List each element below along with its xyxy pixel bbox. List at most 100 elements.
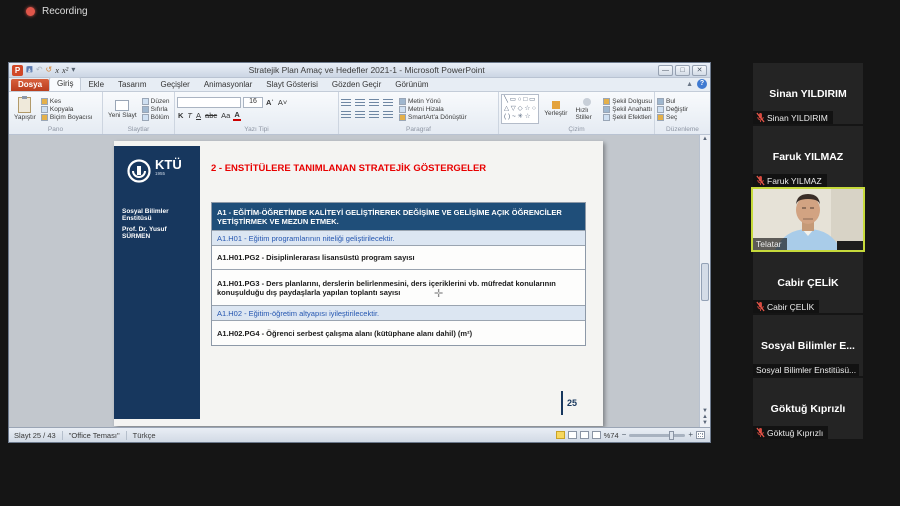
copy-icon: [41, 106, 48, 113]
zoom-in-icon[interactable]: +: [688, 431, 693, 439]
layout-button[interactable]: Düzen: [142, 98, 170, 105]
institute-name: Sosyal Bilimler Enstitüsü: [122, 208, 194, 222]
ribbon-tab-ekle[interactable]: Ekle: [81, 79, 111, 91]
vertical-scrollbar[interactable]: ▲ ▼▲▼: [699, 135, 710, 427]
mouse-cursor-icon: ✛: [434, 287, 443, 300]
shapes-row-icon: ╲ ▭ ○ □ ▭: [504, 97, 536, 104]
line-spacing-icon[interactable]: [383, 99, 393, 107]
arrange-icon: [552, 101, 560, 109]
text-direction-button[interactable]: Metin Yönü: [399, 98, 467, 105]
font-name-select[interactable]: [177, 97, 241, 108]
theme-name[interactable]: "Office Teması": [69, 431, 127, 440]
window-controls: — □ ✕: [658, 65, 707, 76]
participant-tile[interactable]: Sinan YILDIRIMSinan YILDIRIM: [753, 63, 863, 124]
shrink-font-icon[interactable]: A˅: [277, 98, 288, 107]
qat-dropdown-icon[interactable]: ▾: [71, 66, 75, 74]
shape-fill-button[interactable]: Şekil Dolgusu: [603, 98, 652, 105]
superscript-icon[interactable]: x²: [62, 66, 68, 75]
format-painter-icon: [41, 114, 48, 121]
new-slide-button[interactable]: Yeni Slayt: [105, 93, 140, 125]
align-right-icon[interactable]: [369, 111, 379, 119]
normal-view-button[interactable]: [556, 431, 565, 439]
fit-to-window-icon[interactable]: [696, 431, 705, 439]
slide-nav-buttons[interactable]: ▼▲▼: [700, 408, 710, 426]
indicator-table: A1 - EĞİTİM-ÖĞRETİMDE KALİTEYİ GELİŞTİRE…: [211, 202, 586, 346]
participant-tile[interactable]: Sosyal Bilimler E...Sosyal Bilimler Enst…: [753, 315, 863, 376]
save-icon[interactable]: 🖪: [26, 66, 33, 74]
help-icon[interactable]: ?: [697, 79, 707, 89]
reset-button[interactable]: Sıfırla: [142, 106, 170, 113]
minimize-button[interactable]: —: [658, 65, 673, 76]
convert-smartart-button[interactable]: SmartArt'a Dönüştür: [399, 114, 467, 121]
status-bar: Slayt 25 / 43 "Office Teması" Türkçe %74…: [9, 427, 710, 442]
shapes-gallery[interactable]: ╲ ▭ ○ □ ▭ △ ▽ ◇ ☆ ○ ( ) ~ ✳ ☆: [501, 94, 539, 124]
paste-button[interactable]: Yapıştır: [11, 93, 39, 125]
grow-font-icon[interactable]: Aʾ: [265, 98, 275, 107]
powerpoint-app-icon[interactable]: P: [12, 65, 23, 76]
shape-outline-icon: [603, 106, 610, 113]
ribbon-tab-giriş[interactable]: Giriş: [49, 77, 81, 91]
ribbon-group-slaytlar: Yeni Slayt Düzen Sıfırla Bölüm Slaytlar: [103, 92, 175, 134]
align-center-icon[interactable]: [355, 111, 365, 119]
scroll-up-icon[interactable]: ▲: [700, 136, 710, 142]
participant-tile[interactable]: Cabir ÇELİKCabir ÇELİK: [753, 252, 863, 313]
reading-view-button[interactable]: [580, 431, 589, 439]
format-painter-button[interactable]: Biçim Boyacısı: [41, 114, 93, 121]
table-row-indicator: A1.H01.PG2 - Disiplinlerarası lisansüstü…: [212, 246, 585, 270]
change-case-button[interactable]: Aa: [220, 111, 231, 120]
ribbon-tab-dosya[interactable]: Dosya: [11, 79, 49, 91]
title-bar: P 🖪 ↶ ↺ x x² ▾ Stratejik Plan Amaç ve He…: [9, 63, 710, 78]
slideshow-view-button[interactable]: [592, 431, 601, 439]
zoom-out-icon[interactable]: −: [622, 431, 627, 439]
numbering-icon[interactable]: [355, 99, 365, 107]
smartart-icon: [399, 114, 406, 121]
collapse-ribbon-icon[interactable]: ▲: [686, 81, 693, 88]
italic-button[interactable]: T: [186, 111, 193, 120]
ribbon-tab-animasyonlar[interactable]: Animasyonlar: [197, 79, 259, 91]
slide-title: 2 - ENSTİTÜLERE TANIMLANAN STRATEJİK GÖS…: [211, 163, 583, 174]
ribbon-tab-görünüm[interactable]: Görünüm: [388, 79, 435, 91]
ribbon-tab-geçişler[interactable]: Geçişler: [153, 79, 196, 91]
quick-styles-button[interactable]: Hızlı Stiller: [572, 93, 601, 125]
participant-tile-video[interactable]: Telatar: [751, 187, 865, 252]
zoom-slider-thumb[interactable]: [669, 431, 674, 440]
cut-button[interactable]: Kes: [41, 98, 93, 105]
ribbon-tab-gözden-geçir[interactable]: Gözden Geçir: [325, 79, 388, 91]
align-left-icon[interactable]: [341, 111, 351, 119]
redo-icon[interactable]: ↺: [46, 66, 53, 74]
subscript-icon[interactable]: x: [55, 66, 59, 75]
shape-effects-button[interactable]: Şekil Efektleri: [603, 114, 652, 121]
slide-canvas[interactable]: KTÜ 1955 Sosyal Bilimler Enstitüsü Prof.…: [114, 141, 603, 426]
participant-tile[interactable]: Göktuğ KıprızlıGöktuğ Kıprızlı: [753, 378, 863, 439]
copy-button[interactable]: Kopyala: [41, 106, 93, 113]
justify-icon[interactable]: [383, 111, 393, 119]
close-button[interactable]: ✕: [692, 65, 707, 76]
indent-icon[interactable]: [369, 99, 379, 107]
section-button[interactable]: Bölüm: [142, 114, 170, 121]
font-color-button[interactable]: A: [233, 110, 240, 121]
scrollbar-thumb[interactable]: [701, 263, 709, 301]
slide-sorter-view-button[interactable]: [568, 431, 577, 439]
shape-outline-button[interactable]: Şekil Anahattı: [603, 106, 652, 113]
strikethrough-button[interactable]: abc: [204, 111, 218, 120]
ktu-logo-icon: [126, 158, 152, 184]
arrange-button[interactable]: Yerleştir: [541, 93, 570, 125]
bold-button[interactable]: K: [177, 111, 184, 120]
select-button[interactable]: Seç: [657, 114, 688, 121]
ribbon-tab-slayt-gösterisi[interactable]: Slayt Gösterisi: [259, 79, 325, 91]
align-text-button[interactable]: Metni Hizala: [399, 106, 467, 113]
replace-button[interactable]: Değiştir: [657, 106, 688, 113]
language-indicator[interactable]: Türkçe: [133, 431, 162, 440]
find-button[interactable]: Bul: [657, 98, 688, 105]
participant-name-label: Cabir ÇELİK: [753, 300, 819, 313]
mic-muted-icon: [756, 112, 765, 123]
slide-editing-area: KTÜ 1955 Sosyal Bilimler Enstitüsü Prof.…: [9, 135, 710, 427]
undo-icon[interactable]: ↶: [36, 66, 43, 74]
participant-tile[interactable]: Faruk YILMAZFaruk YILMAZ: [753, 126, 863, 187]
ribbon-tab-tasarım[interactable]: Tasarım: [111, 79, 153, 91]
bullets-icon[interactable]: [341, 99, 351, 107]
restore-button[interactable]: □: [675, 65, 690, 76]
underline-button[interactable]: A: [195, 111, 202, 120]
zoom-slider[interactable]: [629, 434, 685, 437]
font-size-select[interactable]: 16: [243, 97, 263, 108]
